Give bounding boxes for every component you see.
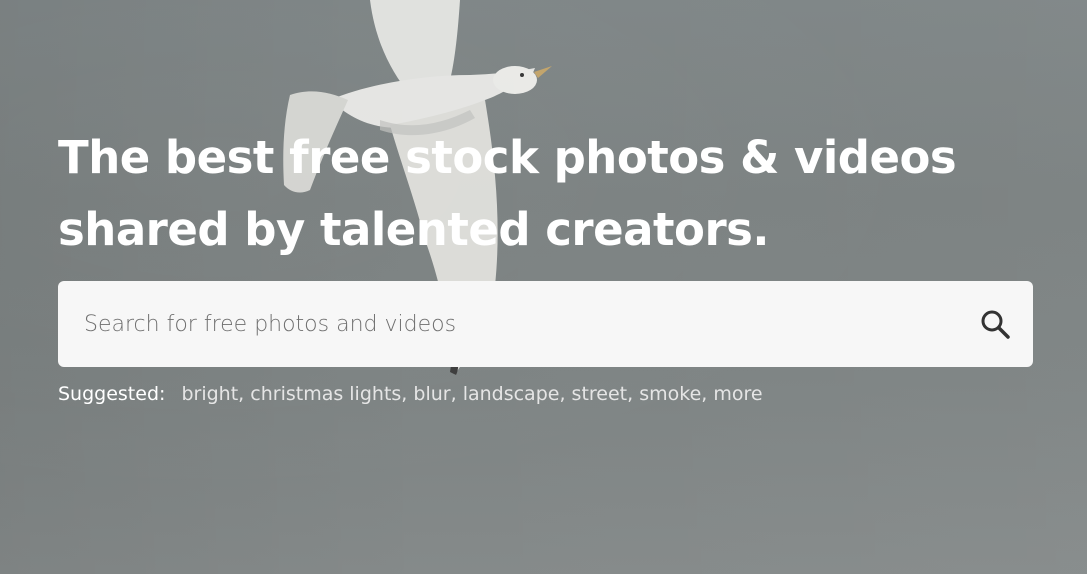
headline-line-1: The best free stock photos & videos bbox=[58, 131, 957, 184]
search-bar bbox=[58, 281, 1033, 367]
suggested-link-bright[interactable]: bright bbox=[181, 383, 238, 405]
hero-content: The best free stock photos & videos shar… bbox=[58, 122, 1033, 405]
suggested-link-more[interactable]: more bbox=[713, 383, 762, 405]
hero-section: The best free stock photos & videos shar… bbox=[0, 0, 1087, 574]
suggested-label: Suggested: bbox=[58, 383, 166, 405]
suggested-searches: Suggested: bright, christmas lights, blu… bbox=[58, 383, 763, 405]
page-title: The best free stock photos & videos shar… bbox=[58, 122, 1018, 266]
suggested-link-blur[interactable]: blur bbox=[413, 383, 450, 405]
suggested-link-landscape[interactable]: landscape bbox=[463, 383, 560, 405]
suggested-link-street[interactable]: street bbox=[572, 383, 628, 405]
search-icon bbox=[981, 310, 1010, 339]
suggested-link-christmas-lights[interactable]: christmas lights bbox=[250, 383, 401, 405]
search-input[interactable] bbox=[58, 281, 958, 367]
search-button[interactable] bbox=[979, 308, 1011, 340]
headline-line-2: shared by talented creators. bbox=[58, 203, 770, 256]
suggested-link-smoke[interactable]: smoke bbox=[639, 383, 701, 405]
